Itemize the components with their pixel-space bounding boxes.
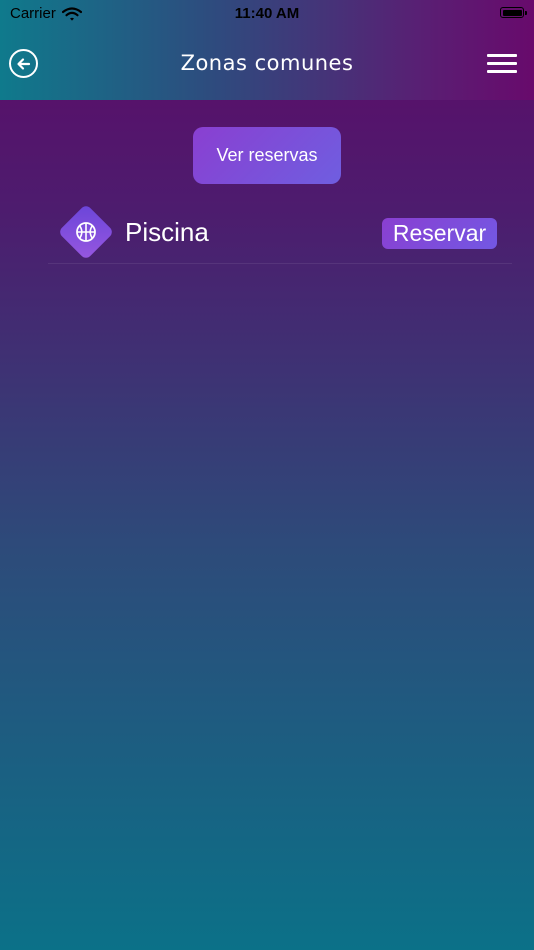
hamburger-line [487, 54, 517, 57]
status-bar: Carrier 11:40 AM [0, 0, 534, 28]
list-item: Piscina Reservar [48, 200, 512, 264]
reservar-button[interactable]: Reservar [382, 218, 497, 249]
hamburger-line [487, 70, 517, 73]
item-label: Piscina [125, 217, 209, 247]
hamburger-line [487, 62, 517, 65]
menu-button[interactable] [487, 54, 517, 74]
battery-icon [500, 7, 527, 18]
basketball-icon [76, 222, 96, 242]
status-time: 11:40 AM [234, 5, 300, 22]
ver-reservas-button[interactable]: Ver reservas [193, 127, 341, 184]
page-title: Zonas comunes [180, 51, 354, 75]
